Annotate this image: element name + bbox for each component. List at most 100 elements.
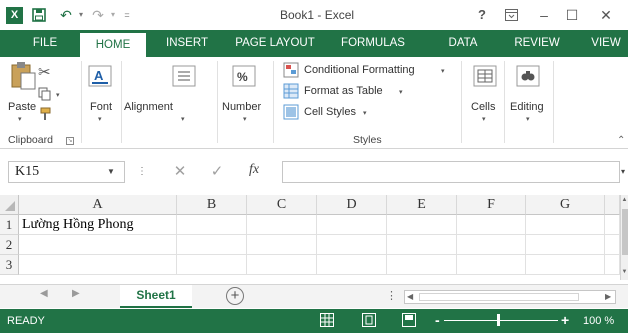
cell-styles-button[interactable]: Cell Styles xyxy=(304,106,356,118)
cell-c2[interactable] xyxy=(247,235,317,255)
help-icon[interactable]: ? xyxy=(474,5,490,25)
clipboard-launcher-icon[interactable]: ↘ xyxy=(66,137,74,145)
ribbon-display-options-icon[interactable] xyxy=(502,5,520,25)
editing-icon[interactable] xyxy=(516,65,540,90)
new-sheet-button[interactable]: + xyxy=(226,287,244,305)
cell-styles-icon[interactable] xyxy=(283,104,299,123)
vertical-scrollbar[interactable]: ▲ ▼ xyxy=(620,195,628,280)
cell-f1[interactable] xyxy=(457,215,526,235)
maximize-icon[interactable]: ☐ xyxy=(563,5,581,25)
tab-file[interactable]: FILE xyxy=(24,30,66,57)
alignment-button-label[interactable]: Alignment xyxy=(124,101,173,113)
paste-dropdown-icon[interactable]: ▾ xyxy=(18,115,22,123)
formula-input[interactable] xyxy=(282,161,620,183)
number-dropdown-icon[interactable]: ▾ xyxy=(243,115,247,123)
zoom-out-button[interactable]: - xyxy=(435,312,440,328)
conditional-formatting-icon[interactable] xyxy=(283,62,299,81)
zoom-slider-track[interactable] xyxy=(444,320,558,321)
tab-home[interactable]: HOME xyxy=(80,33,146,57)
editing-button-label[interactable]: Editing xyxy=(510,101,544,113)
zoom-in-button[interactable]: + xyxy=(561,312,569,328)
horizontal-scrollbar[interactable]: ◀ ▶ xyxy=(404,290,616,304)
tab-insert[interactable]: INSERT xyxy=(158,30,216,57)
tab-review[interactable]: REVIEW xyxy=(506,30,568,57)
format-as-table-button[interactable]: Format as Table xyxy=(304,85,383,97)
conditional-formatting-dropdown-icon[interactable]: ▾ xyxy=(441,67,445,75)
cell-b2[interactable] xyxy=(177,235,247,255)
page-layout-view-icon[interactable] xyxy=(362,313,376,327)
alignment-icon[interactable] xyxy=(172,65,196,90)
next-sheet-icon[interactable]: ▶ xyxy=(72,288,80,299)
cell-f3[interactable] xyxy=(457,255,526,275)
expand-formula-bar-icon[interactable]: ▾ xyxy=(618,161,628,183)
font-icon[interactable]: A xyxy=(88,65,112,90)
cell-g3[interactable] xyxy=(526,255,605,275)
zoom-level[interactable]: 100 % xyxy=(583,315,614,327)
close-icon[interactable]: ✕ xyxy=(595,5,617,25)
column-header-b[interactable]: B xyxy=(177,195,247,215)
format-painter-icon[interactable] xyxy=(38,107,52,124)
format-as-table-dropdown-icon[interactable]: ▾ xyxy=(399,88,403,96)
horizontal-scroll-thumb[interactable] xyxy=(419,293,579,301)
paste-icon[interactable] xyxy=(9,61,37,94)
scroll-up-icon[interactable]: ▲ xyxy=(621,197,628,203)
cell-b1[interactable] xyxy=(177,215,247,235)
number-button-label[interactable]: Number xyxy=(222,101,261,113)
row-header-1[interactable]: 1 xyxy=(0,215,19,235)
excel-app-icon[interactable]: X xyxy=(6,7,23,24)
cut-icon[interactable]: ✂ xyxy=(38,63,51,81)
tab-data[interactable]: DATA xyxy=(440,30,486,57)
column-header-h[interactable] xyxy=(605,195,620,215)
name-box-dropdown-icon[interactable]: ▼ xyxy=(103,161,119,183)
redo-icon[interactable]: ↷ xyxy=(89,5,107,25)
cell-e2[interactable] xyxy=(387,235,457,255)
cell-c3[interactable] xyxy=(247,255,317,275)
column-header-c[interactable]: C xyxy=(247,195,317,215)
column-header-a[interactable]: A xyxy=(19,195,177,215)
scroll-down-icon[interactable]: ▼ xyxy=(621,269,628,275)
paste-button-label[interactable]: Paste xyxy=(8,101,36,113)
conditional-formatting-button[interactable]: Conditional Formatting xyxy=(304,64,415,76)
cell-f2[interactable] xyxy=(457,235,526,255)
column-header-d[interactable]: D xyxy=(317,195,387,215)
cells-button-label[interactable]: Cells xyxy=(471,101,495,113)
redo-dropdown-icon[interactable]: ▾ xyxy=(108,5,118,25)
select-all-corner[interactable] xyxy=(0,195,19,215)
sheet-tab-sheet1[interactable]: Sheet1 xyxy=(120,285,192,308)
normal-view-icon[interactable] xyxy=(320,313,334,327)
customize-quick-access-icon[interactable]: = xyxy=(121,5,133,25)
cell-d2[interactable] xyxy=(317,235,387,255)
cells-icon[interactable] xyxy=(473,65,497,90)
cell-a2[interactable] xyxy=(19,235,177,255)
editing-dropdown-icon[interactable]: ▾ xyxy=(526,115,530,123)
cell-d3[interactable] xyxy=(317,255,387,275)
cell-e1[interactable] xyxy=(387,215,457,235)
tab-split-handle-icon[interactable]: ⋮ xyxy=(386,289,397,302)
cell-e3[interactable] xyxy=(387,255,457,275)
tab-page-layout[interactable]: PAGE LAYOUT xyxy=(226,30,324,57)
font-button-label[interactable]: Font xyxy=(90,101,112,113)
column-header-e[interactable]: E xyxy=(387,195,457,215)
minimize-icon[interactable]: – xyxy=(535,5,553,25)
insert-function-button[interactable]: fx xyxy=(249,162,259,178)
worksheet-grid[interactable]: A B C D E F G 1 2 3 Lường Hồng Phong xyxy=(0,195,620,280)
tab-view[interactable]: VIEW xyxy=(584,30,628,57)
cell-g1[interactable] xyxy=(526,215,605,235)
page-break-preview-icon[interactable] xyxy=(402,313,416,327)
alignment-dropdown-icon[interactable]: ▾ xyxy=(181,115,185,123)
column-header-g[interactable]: G xyxy=(526,195,605,215)
cell-d1[interactable] xyxy=(317,215,387,235)
row-header-3[interactable]: 3 xyxy=(0,255,19,275)
zoom-slider-thumb[interactable] xyxy=(497,314,500,326)
previous-sheet-icon[interactable]: ◀ xyxy=(40,288,48,299)
column-header-f[interactable]: F xyxy=(457,195,526,215)
cell-h2[interactable] xyxy=(605,235,620,255)
undo-icon[interactable]: ↶ xyxy=(57,5,75,25)
cell-h1[interactable] xyxy=(605,215,620,235)
cell-h3[interactable] xyxy=(605,255,620,275)
row-header-2[interactable]: 2 xyxy=(0,235,19,255)
undo-dropdown-icon[interactable]: ▾ xyxy=(76,5,86,25)
collapse-ribbon-icon[interactable]: ⌃ xyxy=(617,135,625,146)
scroll-left-icon[interactable]: ◀ xyxy=(407,292,413,301)
cells-dropdown-icon[interactable]: ▾ xyxy=(482,115,486,123)
